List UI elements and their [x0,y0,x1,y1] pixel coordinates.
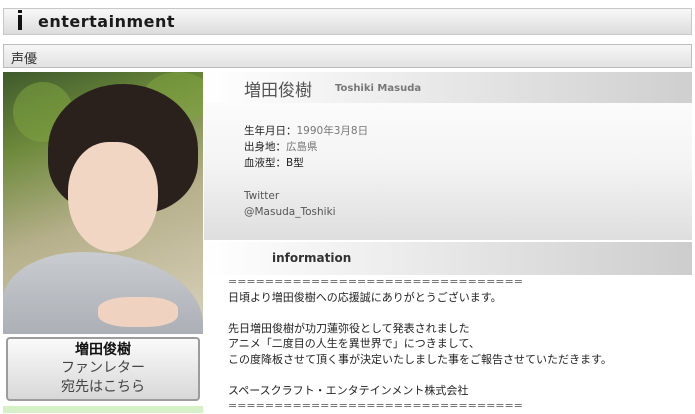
birthday-row: 生年月日：1990年3月8日 [244,123,368,139]
birthday-value: 1990年3月8日 [296,125,369,137]
news-signature: スペースクラフト・エンタテインメント株式会社 [228,383,469,397]
news-line [228,367,688,383]
artist-name-en: Toshiki Masuda [335,83,422,94]
separator-line: ================================ [228,399,523,412]
news-line: この度降板させて頂く事が決定いたしました事をご報告させていただきます。 [228,352,612,366]
birthplace-label: 出身地： [244,141,286,153]
site-header: entertainment [3,8,692,35]
news-line [228,305,688,321]
birthplace-value: 広島県 [286,141,318,153]
category-label[interactable]: 声優 [11,48,37,67]
artist-name-jp: 増田俊樹 [244,81,312,101]
category-bar: 声優 [3,44,692,68]
profile-panel: 増田俊樹 Toshiki Masuda 生年月日：1990年3月8日 出身地：広… [204,72,692,240]
blood-type-label: 血液型： [244,157,286,169]
fan-letter-name: 増田俊樹 [75,342,131,358]
green-strip [3,406,203,413]
fan-letter-address-label: 宛先はこちら [61,379,145,395]
fan-letter-label: ファンレター [61,360,145,376]
birthplace-row: 出身地：広島県 [244,139,368,155]
information-header: information [204,242,692,275]
photo-face [68,142,158,252]
birthday-label: 生年月日： [244,125,297,137]
separator-line: ================================ [228,275,523,288]
photo-hand [98,297,178,327]
twitter-handle-link[interactable]: @Masuda_Toshiki [244,204,336,220]
information-body: ================================ 日頃より増田俊… [228,274,688,414]
profile-photo [3,72,203,334]
news-line: 日頃より増田俊樹への応援誠にありがとうございます。 [228,290,502,304]
info-icon [18,10,22,30]
twitter-label: Twitter [244,190,280,202]
profile-details: 生年月日：1990年3月8日 出身地：広島県 血液型：B型 [244,123,368,171]
site-title: entertainment [38,12,176,31]
blood-type-row: 血液型：B型 [244,155,368,171]
twitter-section: Twitter @Masuda_Toshiki [244,188,336,220]
fan-letter-button[interactable]: 増田俊樹 ファンレター 宛先はこちら [6,337,200,401]
news-line: 先日増田俊樹が功刀蓮弥役として発表されました [228,321,470,335]
name-bar: 増田俊樹 Toshiki Masuda [204,72,692,103]
blood-type-value: B型 [286,157,304,169]
news-line: アニメ「二度目の人生を異世界で」につきまして、 [228,337,480,350]
information-heading: information [272,251,352,265]
